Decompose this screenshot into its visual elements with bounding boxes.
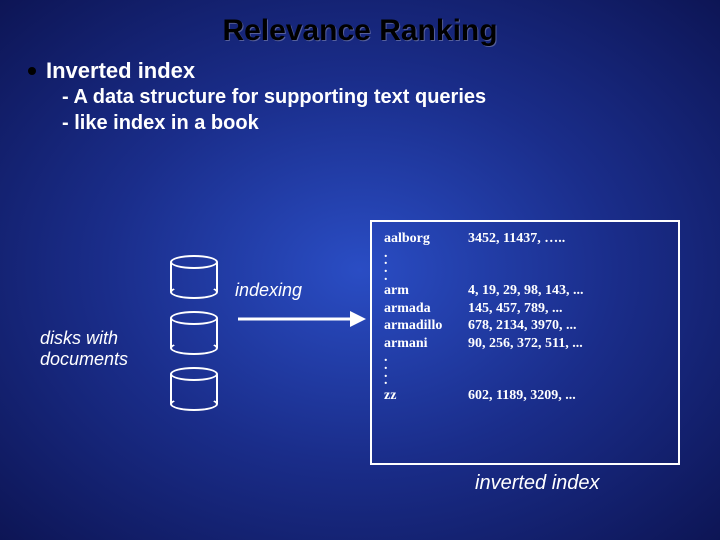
table-row: armadillo 678, 2134, 3970, ... [384,317,666,335]
postings-cell: 678, 2134, 3970, ... [468,317,577,335]
cylinder-icon [170,255,218,299]
inverted-index-label: inverted index [475,472,600,495]
indexing-label: indexing [235,280,302,301]
inverted-index-box: aalborg 3452, 11437, ….. .... arm 4, 19,… [370,220,680,465]
content-block: Inverted index - A data structure for su… [0,58,720,136]
diagram-area: disks with documents indexing aalborg 34… [0,210,720,510]
table-row: aalborg 3452, 11437, ….. [384,230,666,248]
heading-text: Inverted index [46,58,195,84]
subline-2: - like index in a book [62,110,692,136]
vertical-dots-icon: .... [384,248,666,283]
subline-1: - A data structure for supporting text q… [62,84,692,110]
postings-cell: 4, 19, 29, 98, 143, ... [468,282,584,300]
disks-label-line1: disks with [40,328,118,348]
term-cell: armadillo [384,317,462,335]
postings-cell: 602, 1189, 3209, ... [468,387,576,405]
arrow-icon [238,308,368,330]
vertical-dots-icon: .... [384,352,666,387]
term-cell: armani [384,335,462,353]
term-cell: zz [384,387,462,405]
disks-label: disks with documents [40,328,128,369]
term-cell: armada [384,300,462,318]
bullet-row: Inverted index [28,58,692,84]
disks-label-line2: documents [40,349,128,369]
table-row: armada 145, 457, 789, ... [384,300,666,318]
postings-cell: 3452, 11437, ….. [468,230,565,248]
postings-cell: 145, 457, 789, ... [468,300,563,318]
table-row: arm 4, 19, 29, 98, 143, ... [384,282,666,300]
cylinder-icon [170,311,218,355]
postings-cell: 90, 256, 372, 511, ... [468,335,583,353]
table-row: zz 602, 1189, 3209, ... [384,387,666,405]
table-row: armani 90, 256, 372, 511, ... [384,335,666,353]
slide-title: Relevance Ranking [0,0,720,58]
cylinder-icon [170,367,218,411]
cylinder-stack [170,255,218,423]
bullet-icon [28,67,36,75]
term-cell: aalborg [384,230,462,248]
term-cell: arm [384,282,462,300]
